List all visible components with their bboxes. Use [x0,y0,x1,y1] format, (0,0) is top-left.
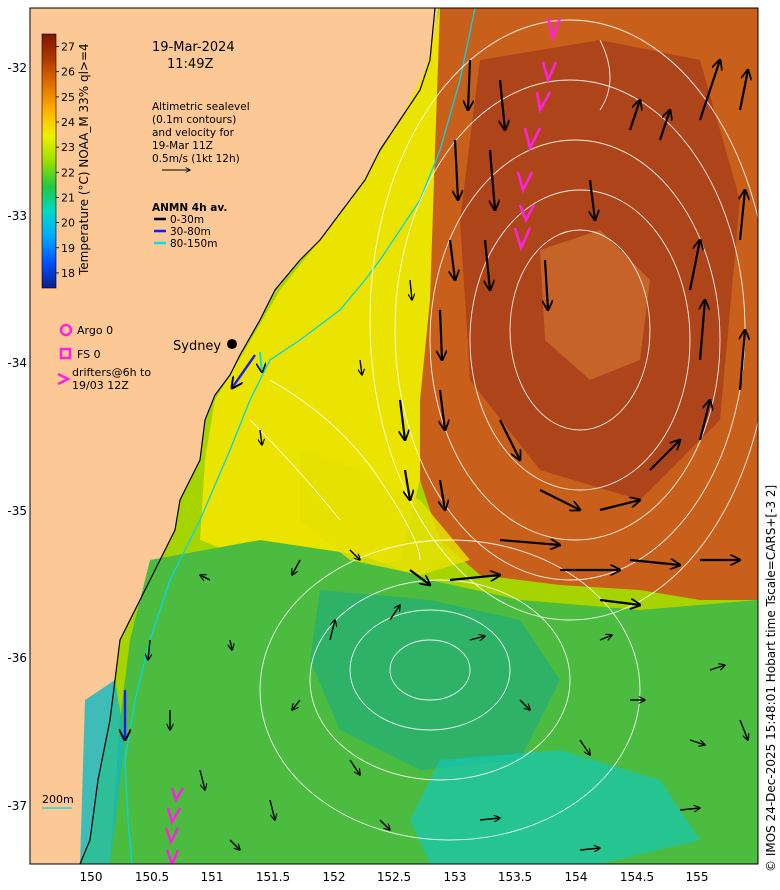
time-label: 11:49Z [167,57,213,72]
altimetry-line: and velocity for [152,127,235,139]
anmn-label: 80-150m [170,238,217,250]
colorbar-tick-label: 24 [61,116,75,129]
altimetry-line: Altimetric sealevel [152,101,250,113]
x-axis: 150 150.5 151 151.5 152 152.5 153 153.5 … [80,870,709,884]
x-tick-label: 153.5 [498,870,532,884]
colorbar-tick-label: 25 [61,91,75,104]
y-axis: -32 -33 -34 -35 -36 -37 [7,61,27,813]
anmn-title: ANMN 4h av. [152,202,227,214]
x-tick-label: 151.5 [256,870,290,884]
y-tick-label: -32 [7,61,27,75]
colorbar-tick-label: 20 [61,217,75,230]
date-label: 19-Mar-2024 [152,40,235,55]
colorbar-title: Temperature (°C) NOAA_M 33% ql>=4 [77,43,91,276]
anmn-label: 0-30m [170,214,204,226]
sst-map: 150 150.5 151 151.5 152 152.5 153 153.5 … [7,7,778,884]
y-tick-label: -35 [7,504,27,518]
x-tick-label: 155 [686,870,709,884]
colorbar-tick-label: 26 [61,66,75,79]
x-tick-label: 150 [80,870,103,884]
y-tick-label: -33 [7,209,27,223]
anmn-label: 30-80m [170,226,211,238]
drifter-label: drifters@6h to [72,366,151,379]
x-tick-label: 153 [444,870,467,884]
colorbar-scale [41,33,57,289]
x-tick-label: 154.5 [620,870,654,884]
x-tick-label: 150.5 [135,870,169,884]
drifter-label: 19/03 12Z [72,379,129,392]
altimetry-line: (0.1m contours) [152,114,236,126]
x-tick-label: 154 [565,870,588,884]
y-tick-label: -34 [7,356,27,370]
isobath-label: 200m [42,793,74,806]
y-tick-label: -36 [7,651,27,665]
x-tick-label: 152.5 [377,870,411,884]
altimetry-line: 19-Mar 11Z [152,140,213,152]
x-tick-label: 152 [323,870,346,884]
altimetry-line: 0.5m/s (1kt 12h) [152,153,240,165]
colorbar-tick-label: 18 [61,267,75,280]
sydney-marker [227,339,237,349]
colorbar-tick-label: 27 [61,41,75,54]
y-tick-label: -37 [7,799,27,813]
x-tick-label: 151 [201,870,224,884]
colorbar-tick-label: 22 [61,166,75,179]
colorbar-tick-label: 19 [61,242,75,255]
colorbar-tick-label: 21 [61,191,75,204]
argo-label: Argo 0 [77,324,113,337]
city-label: Sydney [173,339,221,354]
credit-label: © IMOS 24-Dec-2025 15:48:01 Hobart time … [764,485,778,872]
fs-label: FS 0 [77,348,101,361]
sst-field [30,8,758,864]
colorbar-tick-label: 23 [61,141,75,154]
